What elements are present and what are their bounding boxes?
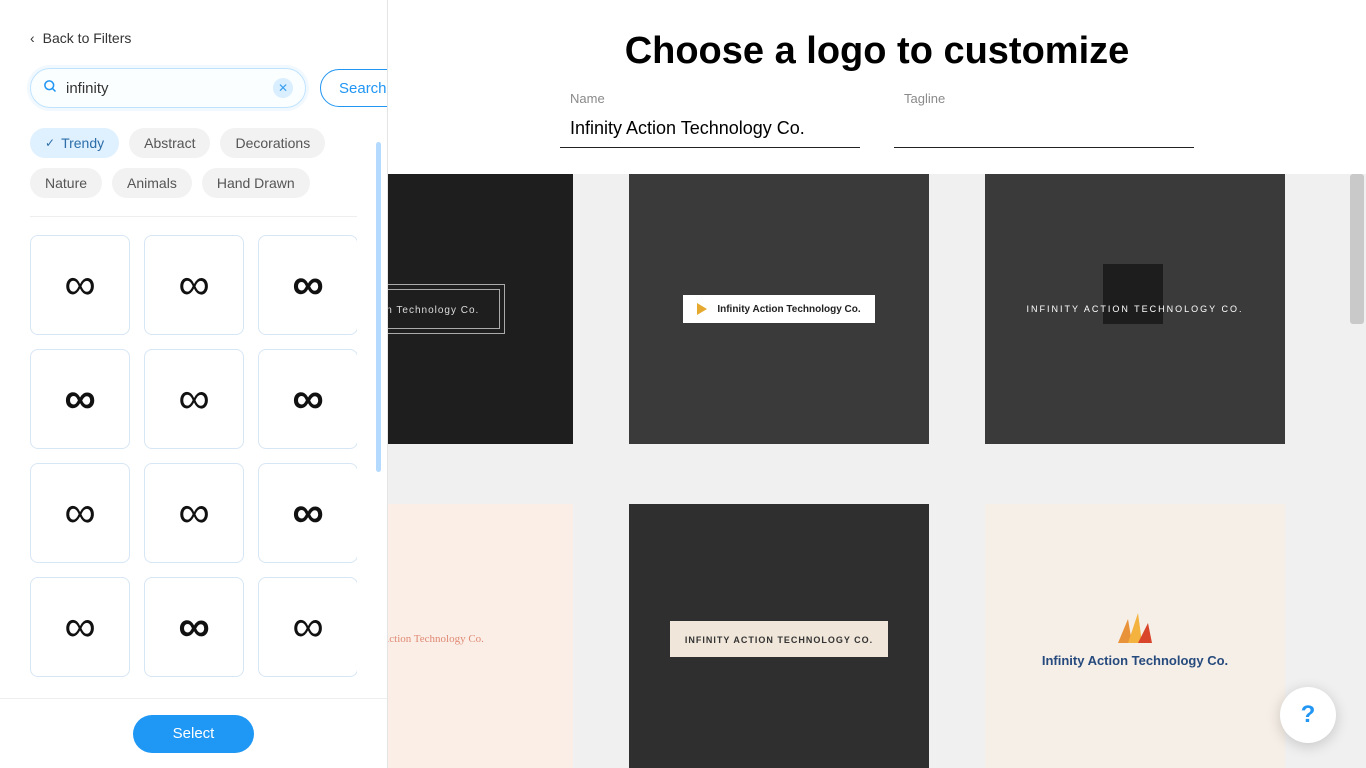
- tagline-label: Tagline: [894, 91, 1194, 106]
- icon-option[interactable]: ∞: [144, 235, 244, 335]
- check-icon: ✓: [45, 136, 55, 150]
- back-to-filters-link[interactable]: ‹ Back to Filters: [30, 30, 357, 46]
- icon-option[interactable]: ∞: [144, 349, 244, 449]
- chip-animals[interactable]: Animals: [112, 168, 192, 198]
- filter-chips: ✓Trendy Abstract Decorations Nature Anim…: [30, 128, 357, 217]
- icon-option[interactable]: ∞: [30, 235, 130, 335]
- clear-search-icon[interactable]: ✕: [273, 78, 293, 98]
- chevron-left-icon: ‹: [30, 30, 35, 46]
- icon-option[interactable]: ∞: [258, 463, 357, 563]
- search-button[interactable]: Search: [320, 69, 387, 107]
- name-label: Name: [560, 91, 860, 106]
- logo-text: INFINITY ACTION TECHNOLOGY CO.: [685, 635, 873, 645]
- logo-card[interactable]: INFINITY ACTION TECHNOLOGY CO.: [985, 174, 1285, 444]
- chip-trendy[interactable]: ✓Trendy: [30, 128, 119, 158]
- sidebar-scrollbar[interactable]: [376, 142, 381, 472]
- logo-text: nity Action Technology Co.: [388, 633, 484, 645]
- chip-abstract[interactable]: Abstract: [129, 128, 210, 158]
- page-title: Choose a logo to customize: [388, 30, 1366, 73]
- sidebar: ‹ Back to Filters ✕ Search ✓Trendy Abstr…: [0, 0, 388, 768]
- select-button[interactable]: Select: [133, 715, 255, 753]
- logo-gallery: ction Technology Co. Infinity Action Tec…: [388, 174, 1366, 768]
- square-icon: [1103, 264, 1163, 324]
- logo-text: ction Technology Co.: [388, 305, 479, 316]
- flame-icon: [1110, 611, 1160, 643]
- search-box: ✕: [30, 68, 306, 108]
- search-icon: [43, 79, 58, 98]
- logo-card[interactable]: INFINITY ACTION TECHNOLOGY CO.: [629, 504, 929, 768]
- icon-option[interactable]: ∞: [144, 577, 244, 677]
- logo-text: Infinity Action Technology Co.: [717, 304, 860, 315]
- icon-option[interactable]: ∞: [258, 235, 357, 335]
- main-scrollbar[interactable]: [1350, 174, 1364, 324]
- icon-option[interactable]: ∞: [30, 463, 130, 563]
- icon-option[interactable]: ∞: [258, 349, 357, 449]
- chip-hand-drawn[interactable]: Hand Drawn: [202, 168, 310, 198]
- icon-grid: ∞ ∞ ∞ ∞ ∞ ∞ ∞ ∞ ∞ ∞ ∞ ∞: [30, 235, 357, 677]
- name-input[interactable]: [560, 112, 860, 148]
- icon-option[interactable]: ∞: [144, 463, 244, 563]
- logo-card[interactable]: nity Action Technology Co.: [388, 504, 573, 768]
- icon-option[interactable]: ∞: [30, 577, 130, 677]
- icon-option[interactable]: ∞: [258, 577, 357, 677]
- main-panel: Choose a logo to customize Name Tagline …: [388, 0, 1366, 768]
- help-button[interactable]: ?: [1280, 687, 1336, 743]
- chip-nature[interactable]: Nature: [30, 168, 102, 198]
- logo-text: INFINITY ACTION TECHNOLOGY CO.: [1026, 304, 1243, 314]
- logo-card[interactable]: Infinity Action Technology Co.: [985, 504, 1285, 768]
- chip-decorations[interactable]: Decorations: [220, 128, 325, 158]
- logo-text: Infinity Action Technology Co.: [1042, 653, 1228, 668]
- search-input[interactable]: [66, 80, 265, 97]
- logo-card[interactable]: ction Technology Co.: [388, 174, 573, 444]
- logo-card[interactable]: Infinity Action Technology Co.: [629, 174, 929, 444]
- back-label: Back to Filters: [43, 30, 132, 46]
- triangle-icon: [697, 303, 707, 315]
- icon-option[interactable]: ∞: [30, 349, 130, 449]
- tagline-input[interactable]: [894, 112, 1194, 148]
